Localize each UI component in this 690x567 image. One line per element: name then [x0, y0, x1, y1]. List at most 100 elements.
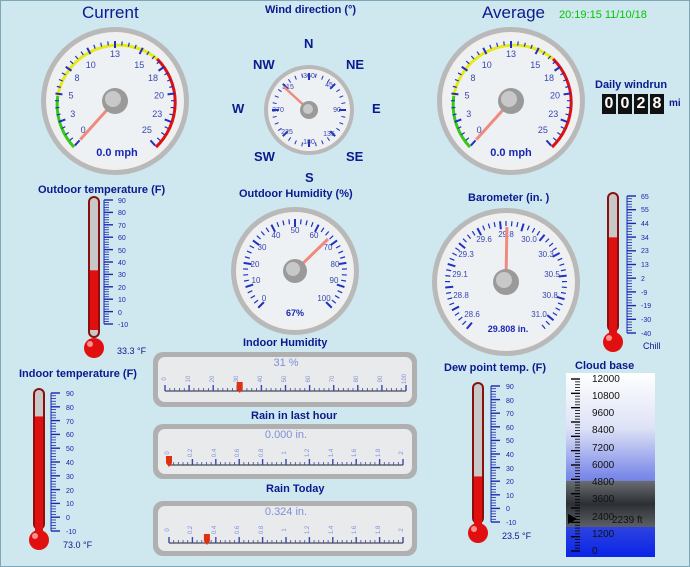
dew-point-readout: 23.5 °F	[502, 531, 532, 541]
svg-text:10: 10	[482, 60, 492, 70]
svg-text:-40: -40	[641, 331, 651, 338]
svg-text:90: 90	[118, 198, 126, 205]
svg-text:0: 0	[506, 506, 510, 513]
svg-text:8400: 8400	[592, 425, 615, 436]
svg-text:100: 100	[402, 373, 408, 384]
svg-text:50: 50	[291, 226, 300, 235]
indoor-humidity-bar: 31 % 0 10 20 30 40 50 60 70 80 90 100	[153, 352, 417, 407]
compass-w: W	[232, 101, 245, 116]
cloud-base-meter: 12000 10800 9600 8400 7200 6000 4800 360…	[566, 373, 655, 557]
svg-text:1.6: 1.6	[352, 525, 358, 534]
svg-text:270: 270	[272, 107, 284, 114]
svg-text:9600: 9600	[592, 408, 615, 419]
svg-text:70: 70	[324, 243, 333, 252]
svg-text:23: 23	[641, 248, 649, 255]
svg-text:1.2: 1.2	[305, 525, 311, 534]
svg-text:7200: 7200	[592, 443, 615, 454]
svg-text:23: 23	[548, 109, 558, 119]
outdoor-humidity-label: Outdoor Humidity (%)	[239, 188, 353, 200]
svg-text:0.2: 0.2	[188, 448, 194, 457]
svg-text:8: 8	[470, 73, 475, 83]
gauge-tick	[299, 219, 302, 225]
svg-text:0: 0	[118, 310, 122, 317]
svg-text:28.8: 28.8	[453, 291, 469, 300]
rain-last-hour-readout: 0.000 in.	[265, 429, 307, 441]
mercury-column	[90, 270, 98, 330]
compass-n: N	[304, 36, 314, 51]
gauge-tick	[55, 92, 63, 96]
compass-s: S	[305, 170, 314, 185]
svg-text:10: 10	[118, 297, 126, 304]
svg-text:5: 5	[464, 90, 469, 100]
svg-text:1.6: 1.6	[352, 448, 358, 457]
outdoor-humidity-readout: 67%	[286, 308, 304, 318]
wind-direction-gauge: 360 45 90 135 180 225 270 315	[264, 65, 354, 155]
outdoor-temp-scale: 90 80 70 60 50 40 30 20 10 0 -10	[118, 198, 128, 329]
svg-text:10800: 10800	[592, 391, 620, 402]
current-title: Current	[82, 3, 139, 22]
svg-text:20: 20	[66, 488, 74, 495]
svg-text:70: 70	[66, 419, 74, 426]
svg-text:80: 80	[354, 375, 360, 382]
svg-text:20: 20	[154, 90, 164, 100]
svg-text:80: 80	[66, 405, 74, 412]
windrun-digit: 0	[602, 94, 616, 114]
svg-text:18: 18	[544, 73, 554, 83]
mercury-column	[609, 237, 617, 339]
svg-text:0: 0	[262, 294, 267, 303]
svg-text:60: 60	[118, 235, 126, 242]
svg-text:1.8: 1.8	[376, 448, 382, 457]
svg-text:-10: -10	[66, 529, 76, 536]
svg-text:29.1: 29.1	[452, 270, 468, 279]
svg-text:10: 10	[252, 276, 261, 285]
svg-text:3: 3	[466, 109, 471, 119]
svg-text:23: 23	[152, 109, 162, 119]
gauge-tick	[451, 92, 459, 96]
svg-text:70: 70	[330, 375, 336, 382]
svg-text:25: 25	[142, 125, 152, 135]
svg-text:3600: 3600	[592, 494, 615, 505]
gauge-tick	[445, 275, 451, 277]
svg-text:60: 60	[306, 375, 312, 382]
svg-text:20: 20	[118, 285, 126, 292]
svg-text:0: 0	[592, 546, 598, 557]
svg-text:30: 30	[118, 272, 126, 279]
weather-dashboard: Current Wind direction (°) Average 20:19…	[0, 0, 690, 567]
outdoor-temperature-readout: 33.3 °F	[117, 346, 147, 356]
svg-text:20: 20	[251, 260, 260, 269]
svg-text:0.4: 0.4	[212, 525, 218, 534]
svg-text:4800: 4800	[592, 477, 615, 488]
windrun-digit: 2	[634, 94, 648, 114]
svg-text:29.3: 29.3	[458, 250, 474, 259]
svg-text:-9: -9	[641, 290, 647, 297]
svg-text:30.5: 30.5	[544, 270, 560, 279]
svg-text:44: 44	[641, 221, 649, 228]
cloud-base-label: Cloud base	[575, 360, 635, 372]
svg-text:225: 225	[281, 129, 293, 136]
svg-text:1.2: 1.2	[305, 448, 311, 457]
svg-text:40: 40	[506, 452, 514, 459]
barometer-label: Barometer (in. )	[468, 192, 550, 204]
svg-text:0.6: 0.6	[235, 448, 241, 457]
svg-text:15: 15	[530, 60, 540, 70]
wind-direction-title: Wind direction (°)	[265, 4, 357, 16]
average-wind-readout: 0.0 mph	[490, 147, 532, 159]
indoor-humidity-label: Indoor Humidity	[243, 337, 328, 349]
svg-text:0.6: 0.6	[235, 525, 241, 534]
dew-point-scale: 90 80 70 60 50 40 30 20 10 0 -10	[506, 384, 516, 527]
svg-text:10: 10	[506, 493, 514, 500]
svg-text:30: 30	[258, 243, 267, 252]
svg-text:25: 25	[538, 125, 548, 135]
svg-text:-19: -19	[641, 303, 651, 310]
svg-text:28.6: 28.6	[464, 310, 480, 319]
svg-text:70: 70	[506, 411, 514, 418]
svg-text:100: 100	[317, 294, 331, 303]
wind-chill-scale: 65 55 44 34 23 13 2 -9 -19 -30 -40	[641, 194, 651, 338]
svg-text:2: 2	[641, 276, 645, 283]
svg-text:-10: -10	[506, 520, 516, 527]
svg-text:90: 90	[378, 375, 384, 382]
indoor-thermometer: 90 80 70 60 50 40 30 20 10 0 -10	[29, 388, 76, 550]
mercury-column	[474, 476, 482, 528]
wind-chill-thermometer: 65 55 44 34 23 13 2 -9 -19 -30 -40	[603, 192, 651, 352]
gauge-tick	[558, 274, 567, 278]
